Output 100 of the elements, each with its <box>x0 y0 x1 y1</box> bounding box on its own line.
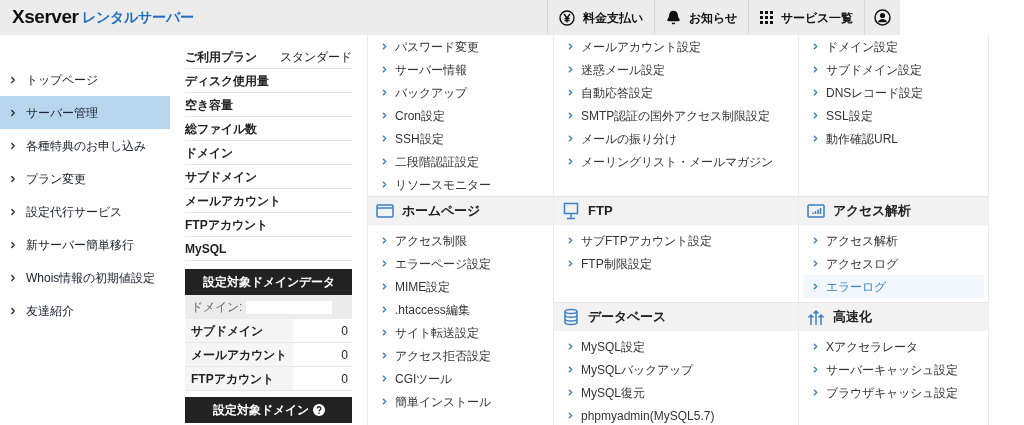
chevron-icon <box>380 397 389 406</box>
info-label: メールアカウント <box>185 192 281 210</box>
menu-link[interactable]: メールアカウント設定 <box>558 35 794 58</box>
chevron-icon <box>8 173 18 184</box>
menu-link[interactable]: 動作確認URL <box>803 127 984 150</box>
chevron-icon <box>811 282 820 291</box>
chart-icon <box>807 202 825 220</box>
chevron-icon <box>811 88 820 97</box>
menu-link[interactable]: メーリングリスト・メールマガジン <box>558 150 794 173</box>
menu-link[interactable]: 自動応答設定 <box>558 81 794 104</box>
chevron-icon <box>811 134 820 143</box>
chevron-icon <box>380 374 389 383</box>
data-value: 0 <box>340 322 349 340</box>
sidebar-item[interactable]: Whois情報の初期値設定 <box>0 261 170 294</box>
logo-product: レンタルサーバー <box>82 8 195 27</box>
chevron-icon <box>8 305 18 316</box>
sidebar-item[interactable]: 各種特典のお申し込み <box>0 129 170 162</box>
sidebar-item[interactable]: トップページ <box>0 63 170 96</box>
section-title: ホームページ <box>402 202 480 221</box>
menu-link[interactable]: パスワード変更 <box>372 35 549 58</box>
chevron-icon <box>566 365 575 374</box>
menu-link[interactable]: サブFTPアカウント設定 <box>558 229 794 252</box>
menu-link[interactable]: ドメイン設定 <box>803 35 984 58</box>
header-button[interactable]: お知らせ <box>654 0 748 35</box>
menu-link[interactable]: アクセスログ <box>803 252 984 275</box>
menu-link[interactable]: Cron設定 <box>372 104 549 127</box>
chevron-icon <box>380 157 389 166</box>
menu-link[interactable]: サーバー情報 <box>372 58 549 81</box>
chevron-icon <box>566 134 575 143</box>
chevron-icon <box>811 365 820 374</box>
data-value: 0 <box>340 370 349 388</box>
menu-link[interactable]: 二段階認証設定 <box>372 150 549 173</box>
menu-link[interactable]: 迷惑メール設定 <box>558 58 794 81</box>
menu-link[interactable]: SMTP認証の国外アクセス制限設定 <box>558 104 794 127</box>
menu-link[interactable]: FTP制限設定 <box>558 252 794 275</box>
bell-icon <box>666 10 681 25</box>
menu-link[interactable]: 簡単インストール <box>372 390 549 413</box>
info-label: FTPアカウント <box>185 216 268 234</box>
chevron-icon <box>8 74 18 85</box>
menu-link[interactable]: MySQLバックアップ <box>558 358 794 381</box>
chevron-icon <box>811 388 820 397</box>
chevron-icon <box>566 342 575 351</box>
chevron-icon <box>380 134 389 143</box>
chevron-icon <box>811 65 820 74</box>
sidebar-item[interactable]: 友達紹介 <box>0 294 170 327</box>
menu-link[interactable]: アクセス解析 <box>803 229 984 252</box>
sidebar-item[interactable]: 新サーバー簡単移行 <box>0 228 170 261</box>
info-label: 空き容量 <box>185 96 233 114</box>
menu-link[interactable]: .htaccess編集 <box>372 298 549 321</box>
info-label: サブドメイン <box>185 168 257 186</box>
chevron-icon <box>380 282 389 291</box>
chevron-icon <box>8 272 18 283</box>
sidebar-item[interactable]: サーバー管理 <box>0 96 170 129</box>
menu-link[interactable]: サブドメイン設定 <box>803 58 984 81</box>
menu-link[interactable]: アクセス制限 <box>372 229 549 252</box>
menu-link[interactable]: DNSレコード設定 <box>803 81 984 104</box>
menu-link[interactable]: ブラウザキャッシュ設定 <box>803 381 984 404</box>
section-title: FTP <box>588 202 613 221</box>
chevron-icon <box>811 236 820 245</box>
menu-link[interactable]: Xアクセラレータ <box>803 335 984 358</box>
header-button[interactable]: 料金支払い <box>547 0 654 35</box>
speed-arrows-icon <box>807 308 825 326</box>
header-button[interactable]: サービス一覧 <box>748 0 864 35</box>
panel-header: 設定対象ドメインデータ <box>185 269 352 295</box>
menu-link[interactable]: phpmyadmin(MySQL5.7) <box>558 404 794 425</box>
menu-link[interactable]: エラーログ <box>803 275 984 298</box>
menu-link[interactable]: リソースモニター <box>372 173 549 196</box>
chevron-icon <box>380 328 389 337</box>
sidebar-item[interactable]: 設定代行サービス <box>0 195 170 228</box>
section-title: アクセス解析 <box>833 202 911 221</box>
menu-link[interactable]: SSH設定 <box>372 127 549 150</box>
chevron-icon <box>8 206 18 217</box>
menu-link[interactable]: CGIツール <box>372 367 549 390</box>
menu-link[interactable]: エラーページ設定 <box>372 252 549 275</box>
menu-link[interactable]: サイト転送設定 <box>372 321 549 344</box>
chevron-icon <box>8 107 18 118</box>
chevron-icon <box>566 411 575 420</box>
data-label: サブドメイン <box>185 319 293 342</box>
section-title: データベース <box>588 308 666 327</box>
chevron-icon <box>380 111 389 120</box>
menu-link[interactable]: MySQL復元 <box>558 381 794 404</box>
menu-link[interactable]: MySQL設定 <box>558 335 794 358</box>
menu-link[interactable]: MIME設定 <box>372 275 549 298</box>
section-title: 高速化 <box>833 308 872 327</box>
chevron-icon <box>380 351 389 360</box>
chevron-icon <box>380 259 389 268</box>
chevron-icon <box>8 239 18 250</box>
data-value: 0 <box>340 346 349 364</box>
browser-window-icon <box>376 202 394 220</box>
sidebar-item[interactable]: プラン変更 <box>0 162 170 195</box>
menu-link[interactable]: メールの振り分け <box>558 127 794 150</box>
menu-link[interactable]: SSL設定 <box>803 104 984 127</box>
menu-link[interactable]: バックアップ <box>372 81 549 104</box>
domain-label: ドメイン: <box>191 299 243 316</box>
menu-link[interactable]: アクセス拒否設定 <box>372 344 549 367</box>
data-label: メールアカウント <box>185 343 293 366</box>
menu-link[interactable]: サーバーキャッシュ設定 <box>803 358 984 381</box>
chevron-icon <box>566 236 575 245</box>
info-label: ディスク使用量 <box>185 72 269 90</box>
chevron-icon <box>811 259 820 268</box>
